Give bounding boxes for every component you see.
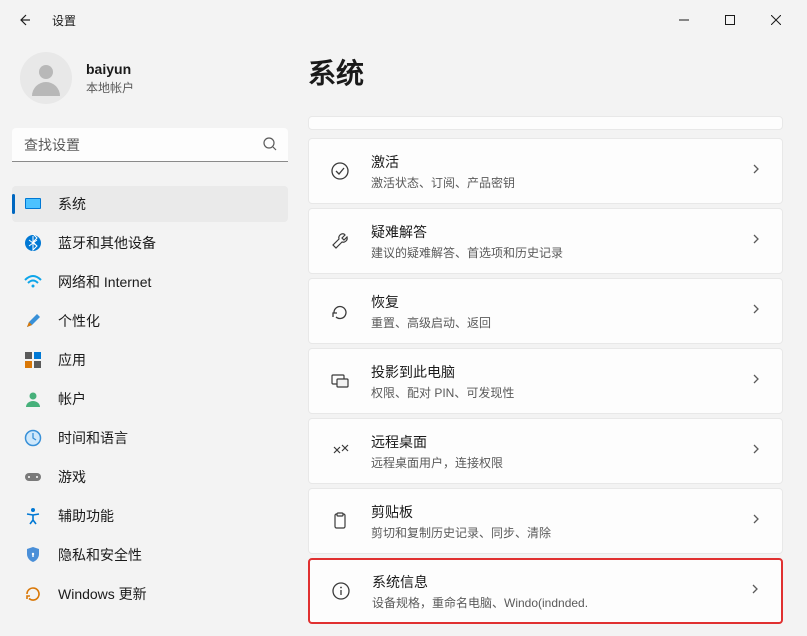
- card-troubleshoot[interactable]: 疑难解答建议的疑难解答、首选项和历史记录: [308, 208, 783, 274]
- person-icon: [26, 58, 66, 98]
- card-title: 远程桌面: [371, 432, 730, 452]
- nav-item-bluetooth[interactable]: 蓝牙和其他设备: [12, 225, 288, 261]
- card-projecting[interactable]: 投影到此电脑权限、配对 PIN、可发现性: [308, 348, 783, 414]
- search-icon: [262, 136, 278, 157]
- chevron-right-icon: [750, 512, 762, 530]
- system-icon: [24, 195, 42, 213]
- nav-label: 个性化: [58, 311, 100, 331]
- card-clipboard[interactable]: 剪贴板剪切和复制历史记录、同步、清除: [308, 488, 783, 554]
- remote-desktop-icon: [329, 440, 351, 462]
- nav-item-windows-update[interactable]: Windows 更新: [12, 576, 288, 612]
- chevron-right-icon: [750, 162, 762, 180]
- brush-icon: [24, 312, 42, 330]
- avatar: [20, 52, 72, 104]
- nav-label: 系统: [58, 194, 86, 214]
- content: 系统 激活激活状态、订阅、产品密钥 疑难解答建议的疑难解答、首选项和历史记录 恢…: [300, 40, 807, 636]
- nav-label: 游戏: [58, 467, 86, 487]
- nav-item-system[interactable]: 系统: [12, 186, 288, 222]
- card-about[interactable]: 系统信息设备规格，重命名电脑、Windo(indnded.: [308, 558, 783, 624]
- nav-item-accessibility[interactable]: 辅助功能: [12, 498, 288, 534]
- chevron-right-icon: [750, 302, 762, 320]
- card-sub: 剪切和复制历史记录、同步、清除: [371, 524, 730, 541]
- card-cutoff-top: [308, 116, 783, 130]
- card-title: 剪贴板: [371, 502, 730, 522]
- nav-item-personalization[interactable]: 个性化: [12, 303, 288, 339]
- card-title: 投影到此电脑: [371, 362, 730, 382]
- card-remote-desktop[interactable]: 远程桌面远程桌面用户，连接权限: [308, 418, 783, 484]
- profile-name: baiyun: [86, 61, 134, 77]
- close-button[interactable]: [753, 4, 799, 36]
- card-sub: 建议的疑难解答、首选项和历史记录: [371, 244, 730, 261]
- accessibility-icon: [24, 507, 42, 525]
- card-sub: 设备规格，重命名电脑、Windo(indnded.: [372, 594, 729, 611]
- search-box: [12, 128, 288, 162]
- nav-label: 隐私和安全性: [58, 545, 142, 565]
- chevron-right-icon: [750, 232, 762, 250]
- card-title: 疑难解答: [371, 222, 730, 242]
- nav-label: 时间和语言: [58, 428, 128, 448]
- profile-section[interactable]: baiyun 本地帐户: [12, 40, 288, 128]
- project-icon: [329, 370, 351, 392]
- search-input[interactable]: [12, 128, 288, 162]
- profile-sub: 本地帐户: [86, 79, 134, 96]
- nav-label: Windows 更新: [58, 584, 147, 604]
- arrow-left-icon: [16, 12, 32, 28]
- sidebar: baiyun 本地帐户 系统 蓝牙和其他设备 网络和 Internet: [0, 40, 300, 636]
- shield-icon: [24, 546, 42, 564]
- nav-item-privacy[interactable]: 隐私和安全性: [12, 537, 288, 573]
- chevron-right-icon: [749, 582, 761, 600]
- card-sub: 激活状态、订阅、产品密钥: [371, 174, 730, 191]
- window-controls: [661, 4, 799, 36]
- wifi-icon: [24, 273, 42, 291]
- gamepad-icon: [24, 468, 42, 486]
- bluetooth-icon: [24, 234, 42, 252]
- minimize-button[interactable]: [661, 4, 707, 36]
- titlebar: 设置: [0, 0, 807, 40]
- card-title: 激活: [371, 152, 730, 172]
- nav-item-gaming[interactable]: 游戏: [12, 459, 288, 495]
- titlebar-title: 设置: [52, 12, 76, 29]
- nav: 系统 蓝牙和其他设备 网络和 Internet 个性化 应用 帐户: [12, 186, 288, 612]
- globe-clock-icon: [24, 429, 42, 447]
- card-list: 激活激活状态、订阅、产品密钥 疑难解答建议的疑难解答、首选项和历史记录 恢复重置…: [308, 116, 783, 624]
- card-sub: 重置、高级启动、返回: [371, 314, 730, 331]
- nav-item-accounts[interactable]: 帐户: [12, 381, 288, 417]
- check-circle-icon: [329, 160, 351, 182]
- maximize-button[interactable]: [707, 4, 753, 36]
- nav-item-apps[interactable]: 应用: [12, 342, 288, 378]
- card-sub: 权限、配对 PIN、可发现性: [371, 384, 730, 401]
- nav-label: 辅助功能: [58, 506, 114, 526]
- card-recovery[interactable]: 恢复重置、高级启动、返回: [308, 278, 783, 344]
- card-activation[interactable]: 激活激活状态、订阅、产品密钥: [308, 138, 783, 204]
- card-title: 恢复: [371, 292, 730, 312]
- card-title: 系统信息: [372, 572, 729, 592]
- person-icon: [24, 390, 42, 408]
- update-icon: [24, 585, 42, 603]
- nav-label: 蓝牙和其他设备: [58, 233, 156, 253]
- nav-label: 应用: [58, 350, 86, 370]
- nav-item-time-language[interactable]: 时间和语言: [12, 420, 288, 456]
- back-button[interactable]: [8, 4, 40, 36]
- recovery-icon: [329, 300, 351, 322]
- card-sub: 远程桌面用户，连接权限: [371, 454, 730, 471]
- clipboard-icon: [329, 510, 351, 532]
- nav-item-network[interactable]: 网络和 Internet: [12, 264, 288, 300]
- nav-label: 帐户: [58, 389, 86, 409]
- chevron-right-icon: [750, 442, 762, 460]
- chevron-right-icon: [750, 372, 762, 390]
- info-icon: [330, 580, 352, 602]
- apps-icon: [24, 351, 42, 369]
- nav-label: 网络和 Internet: [58, 272, 151, 292]
- wrench-icon: [329, 230, 351, 252]
- page-title: 系统: [308, 52, 783, 92]
